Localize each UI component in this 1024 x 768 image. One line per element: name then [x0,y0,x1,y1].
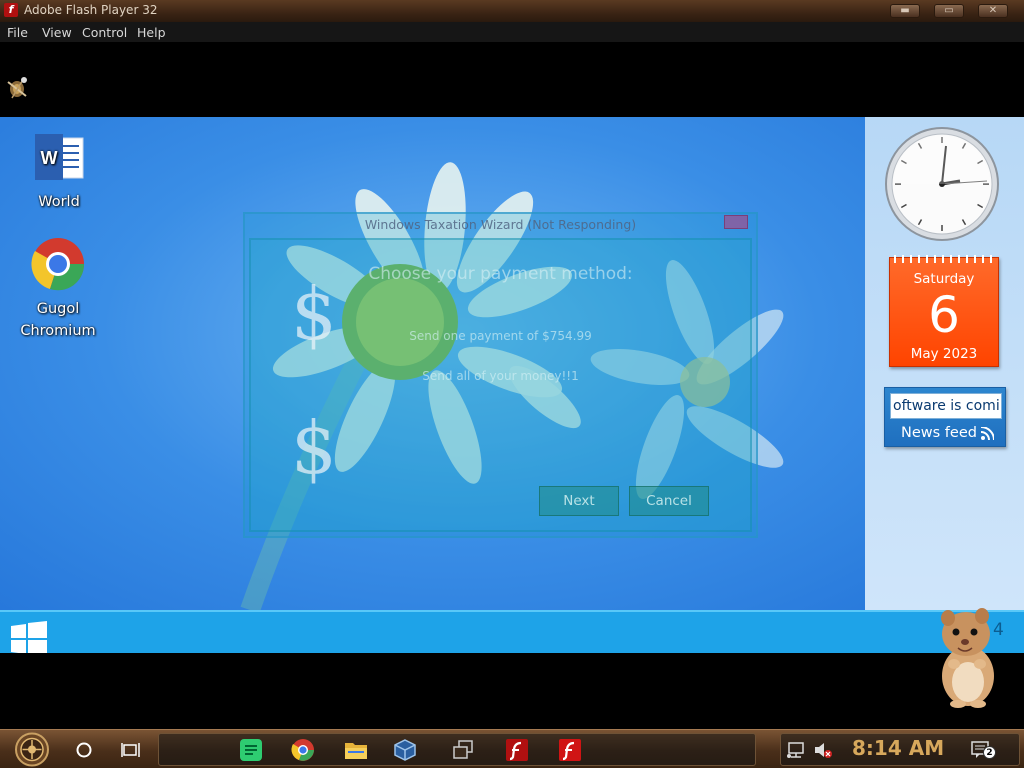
minimize-button[interactable]: ▬ [890,4,920,18]
flash-bug-icon [7,77,27,99]
file-explorer-icon[interactable] [343,737,369,763]
close-button[interactable]: ✕ [978,4,1008,18]
wizard-close-button[interactable] [724,215,748,229]
wizard-body: Choose your payment method: $ Send one p… [249,238,752,532]
desktop-icon-label-line2: Chromium [20,323,96,339]
news-feed-gadget[interactable]: oftware is comi News feed [884,387,1006,447]
search-circle-icon[interactable] [71,737,97,763]
windows-overlap-icon[interactable] [450,737,476,763]
desktop-icon-world[interactable]: W World [14,134,104,213]
svg-text:W: W [41,148,58,168]
calendar-gadget[interactable]: Saturday 6 May 2023 [889,255,999,367]
rss-icon [981,427,994,440]
host-taskbar: 8:14 AM 2 [0,729,1024,768]
spotify-icon[interactable] [238,737,264,763]
taskbar-clock[interactable]: 8:14 AM [852,736,944,760]
payment-option-all[interactable]: Send all of your money!!1 [251,369,750,383]
notification-count-badge: 2 [983,746,996,759]
flash-icon: f [4,3,18,17]
flash-player-taskbar-icon-2[interactable] [557,737,583,763]
emulated-taskbar: 4 [0,610,1024,653]
virtualbox-icon[interactable] [392,737,418,763]
news-ticker[interactable]: oftware is comi [890,393,1002,419]
taxation-wizard-dialog: Windows Taxation Wizard (Not Responding)… [243,212,758,538]
calendar-day: Saturday [913,271,975,287]
cancel-button[interactable]: Cancel [629,486,709,516]
volume-muted-icon[interactable] [810,737,836,763]
start-orb-icon[interactable] [10,732,54,767]
desktop-icon-chromium[interactable]: Gugol Chromium [13,237,103,342]
wizard-title: Windows Taxation Wizard (Not Responding) [364,217,637,232]
menu-file[interactable]: File [7,25,28,40]
next-button[interactable]: Next [539,486,619,516]
maximize-button[interactable]: ▭ [934,4,964,18]
flash-player-taskbar-icon[interactable] [504,737,530,763]
title-bar: f Adobe Flash Player 32 ▬ ▭ ✕ [0,0,1024,22]
news-feed-label: News feed [901,425,977,441]
flash-player-window: f Adobe Flash Player 32 ▬ ▭ ✕ File View … [0,0,1024,768]
menu-view[interactable]: View [42,25,72,40]
window-title: Adobe Flash Player 32 [24,3,158,17]
menu-help[interactable]: Help [137,25,166,40]
task-view-icon[interactable] [118,737,144,763]
network-icon[interactable] [784,737,810,763]
dollar-icon: $ [291,272,337,356]
chromium-icon [31,238,85,291]
chrome-taskbar-icon[interactable] [290,737,316,763]
hamster-mascot [926,608,1006,710]
windows-start-icon[interactable] [11,621,47,653]
calendar-month: May 2023 [910,346,978,362]
desktop-icon-label: Gugol [36,301,80,317]
menu-control[interactable]: Control [82,25,127,40]
menu-bar: File View Control Help [0,22,1024,42]
calendar-date: 6 [928,286,960,344]
word-document-icon: W [35,134,84,180]
dollar-icon: $ [291,406,337,490]
emulated-desktop: W World Gugol Chromium Windows Taxation … [0,117,1024,653]
desktop-icon-label: World [38,194,80,210]
payment-option-one[interactable]: Send one payment of $754.99 [251,329,750,343]
clock-gadget[interactable] [884,126,1000,242]
calendar-rings [894,255,994,263]
